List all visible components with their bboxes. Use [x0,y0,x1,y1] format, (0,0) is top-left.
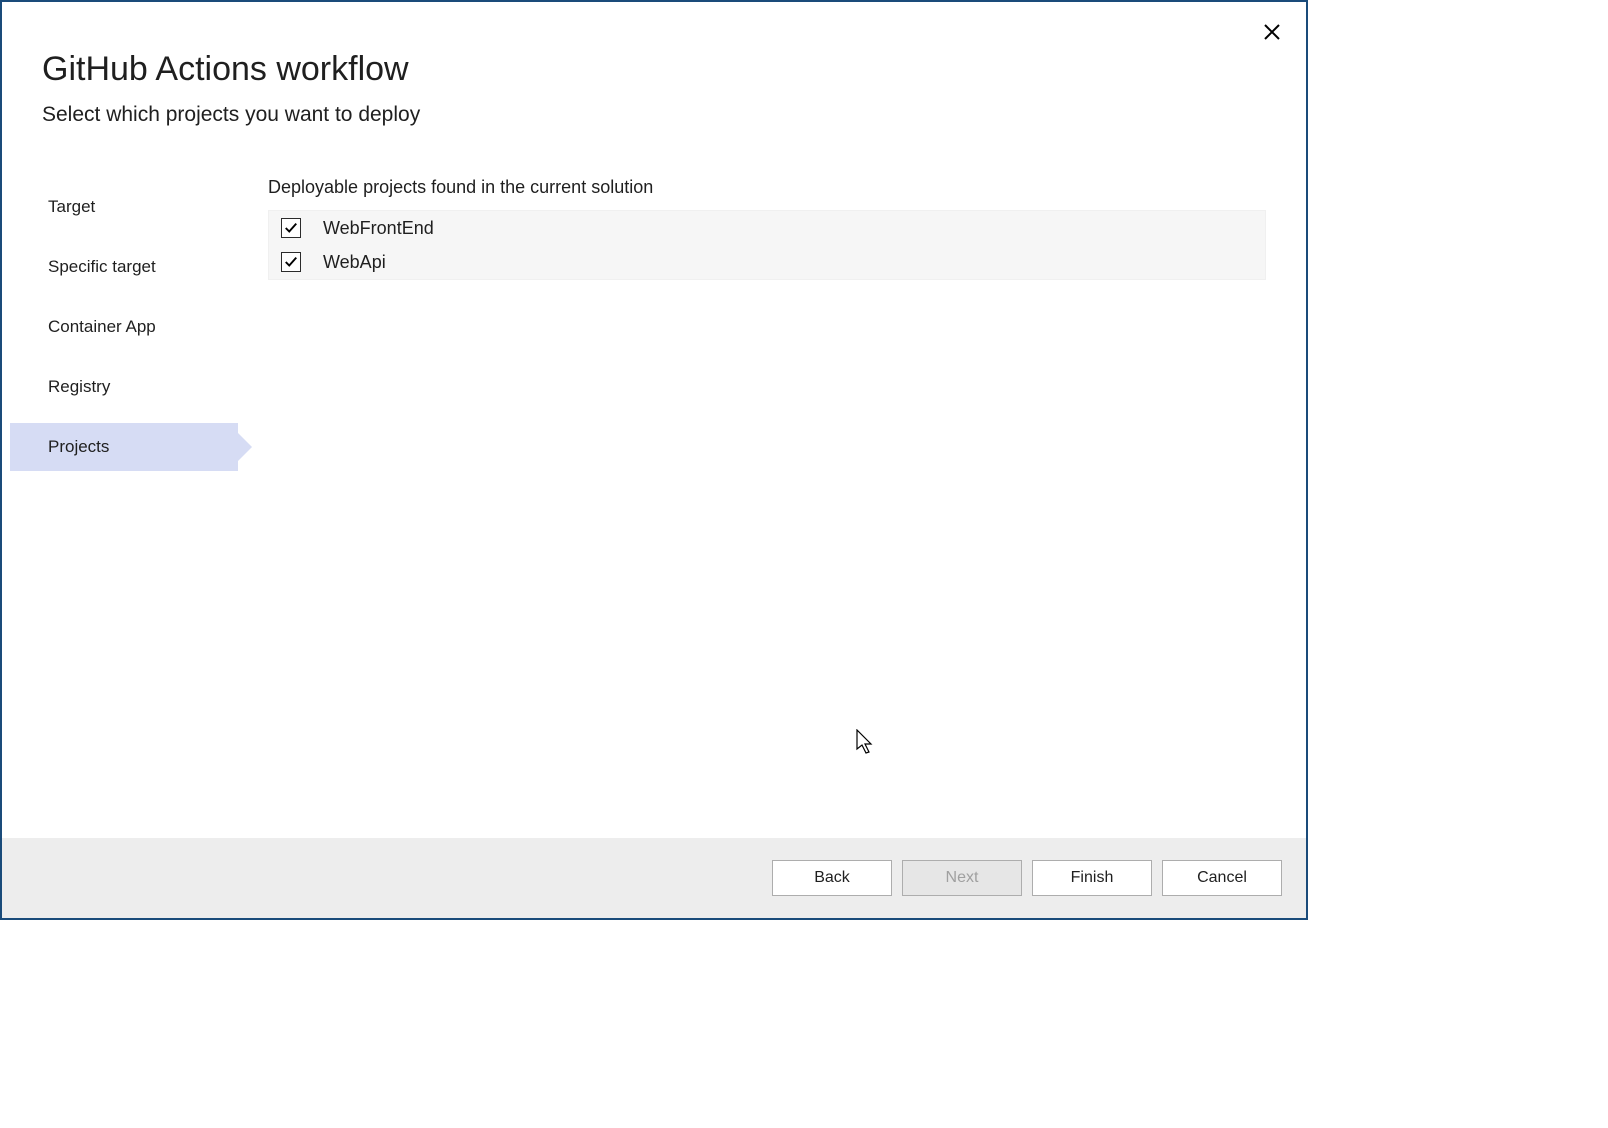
back-button[interactable]: Back [772,860,892,896]
projects-list-label: Deployable projects found in the current… [268,177,1266,198]
close-icon [1264,24,1280,40]
dialog-footer: Back Next Finish Cancel [2,838,1306,918]
project-checkbox-webfrontend[interactable] [281,218,301,238]
next-button: Next [902,860,1022,896]
checkmark-icon [284,255,298,269]
project-row[interactable]: WebApi [269,245,1265,279]
sidebar-item-label: Registry [48,377,110,396]
dialog-subtitle: Select which projects you want to deploy [42,103,1266,127]
dialog-header: GitHub Actions workflow Select which pro… [2,2,1306,147]
sidebar-item-projects[interactable]: Projects [10,423,238,471]
dialog-title: GitHub Actions workflow [42,50,1266,89]
sidebar-item-container-app[interactable]: Container App [10,303,238,351]
project-name: WebApi [323,252,386,273]
dialog-content: Deployable projects found in the current… [238,177,1266,838]
wizard-sidebar: Target Specific target Container App Reg… [10,177,238,838]
checkmark-icon [284,221,298,235]
finish-button[interactable]: Finish [1032,860,1152,896]
cancel-button[interactable]: Cancel [1162,860,1282,896]
sidebar-item-label: Specific target [48,257,156,276]
sidebar-item-label: Projects [48,437,109,456]
sidebar-item-label: Container App [48,317,156,336]
close-button[interactable] [1262,22,1282,42]
project-row[interactable]: WebFrontEnd [269,211,1265,245]
sidebar-item-target[interactable]: Target [10,183,238,231]
project-checkbox-webapi[interactable] [281,252,301,272]
sidebar-item-registry[interactable]: Registry [10,363,238,411]
project-name: WebFrontEnd [323,218,434,239]
sidebar-item-specific-target[interactable]: Specific target [10,243,238,291]
projects-list: WebFrontEnd WebApi [268,210,1266,280]
sidebar-item-label: Target [48,197,95,216]
dialog-main: Target Specific target Container App Reg… [2,147,1306,838]
